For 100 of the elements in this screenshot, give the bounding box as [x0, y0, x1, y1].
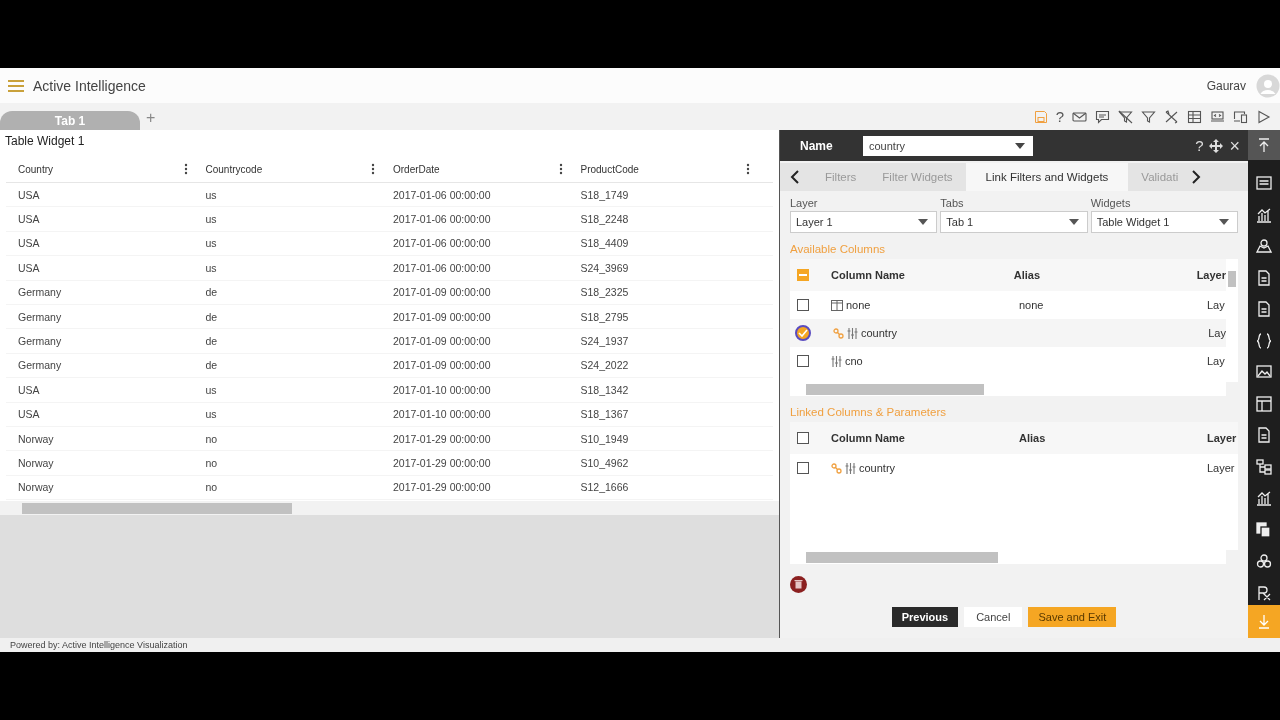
column-header[interactable]: Country: [18, 163, 53, 175]
action-button[interactable]: Cancel: [964, 607, 1023, 627]
move-icon[interactable]: [1209, 138, 1224, 153]
copy-icon[interactable]: [1256, 521, 1272, 538]
tree-icon[interactable]: [1256, 458, 1272, 475]
table-cell: 2017-01-09 00:00:00: [393, 286, 491, 299]
column-header: Layer: [1207, 432, 1238, 444]
row-checkbox[interactable]: [797, 462, 809, 474]
chart-icon[interactable]: [1256, 206, 1272, 223]
table-cell: 2017-01-10 00:00:00: [393, 408, 491, 421]
delete-icon[interactable]: [790, 576, 807, 593]
help-icon[interactable]: ?: [1195, 137, 1204, 154]
map-icon[interactable]: [1256, 238, 1272, 254]
list-icon[interactable]: [1256, 175, 1272, 191]
column-menu-icon[interactable]: [746, 163, 750, 175]
image-icon[interactable]: [1256, 364, 1272, 380]
column-menu-icon[interactable]: [558, 163, 563, 175]
table-cell: Germany: [18, 359, 62, 372]
field-label: Tabs: [940, 197, 965, 209]
collapse-up-icon[interactable]: [1248, 130, 1280, 160]
sliders-icon: [831, 355, 842, 367]
user-name[interactable]: Gaurav: [1206, 78, 1246, 93]
name-dropdown[interactable]: country: [863, 135, 1033, 156]
select-all-checkbox[interactable]: [797, 269, 809, 281]
table-icon[interactable]: [1187, 109, 1202, 124]
document-icon[interactable]: [1256, 427, 1272, 443]
select-all-checkbox[interactable]: [797, 432, 809, 444]
caret-icon: [1068, 219, 1079, 225]
table-cell: 2017-01-09 00:00:00: [393, 335, 491, 348]
braces-icon[interactable]: [1256, 332, 1272, 349]
table-cell: de: [205, 286, 218, 299]
embed-icon[interactable]: [1210, 109, 1225, 124]
column-menu-icon[interactable]: [371, 163, 375, 175]
table-cell: Germany: [18, 310, 62, 323]
column-header[interactable]: Countrycode: [205, 163, 263, 175]
comment-icon[interactable]: [1095, 109, 1110, 124]
table-cell: USA: [18, 261, 40, 274]
document-icon[interactable]: [1256, 269, 1272, 286]
action-button[interactable]: Previous: [891, 607, 959, 627]
row-checkbox[interactable]: [797, 299, 809, 311]
chart-icon[interactable]: [1256, 490, 1272, 506]
table-cell: S12_1666: [580, 481, 629, 494]
table-cell: Norway: [18, 457, 54, 469]
rx-icon[interactable]: [1256, 584, 1272, 601]
row-checkbox[interactable]: [795, 325, 811, 341]
table-cell: us: [205, 213, 217, 226]
next-tab-icon[interactable]: [1191, 170, 1202, 184]
caret-icon: [1015, 142, 1025, 149]
table-cell: no: [205, 457, 218, 469]
column-layer: Lay: [1207, 299, 1225, 311]
sliders-icon: [845, 462, 856, 474]
play-icon[interactable]: [1256, 109, 1271, 124]
column-layer: Lay: [1207, 355, 1225, 367]
table-cell: S18_1342: [580, 383, 629, 396]
table-cell: S24_3969: [580, 261, 629, 274]
horizontal-scrollbar[interactable]: [0, 501, 779, 515]
horizontal-scrollbar[interactable]: [790, 550, 1226, 564]
table-cell: de: [205, 310, 218, 323]
table-cell: S18_2248: [580, 213, 629, 226]
close-icon[interactable]: ×: [1229, 138, 1240, 153]
document-icon[interactable]: [1256, 301, 1272, 317]
table-cell: 2017-01-09 00:00:00: [393, 310, 491, 323]
clear-filter-icon[interactable]: [1118, 109, 1133, 124]
table-cell: us: [205, 237, 217, 250]
table-cell: no: [205, 481, 218, 494]
column-name: country: [861, 327, 898, 339]
devices-icon[interactable]: [1233, 109, 1248, 124]
table-cell: USA: [18, 408, 40, 421]
column-header[interactable]: OrderDate: [393, 163, 440, 175]
table-cell: us: [205, 261, 217, 274]
cubes-icon[interactable]: [1256, 553, 1272, 569]
row-checkbox[interactable]: [797, 355, 809, 367]
horizontal-scrollbar[interactable]: [790, 382, 1226, 396]
layout-icon[interactable]: [1256, 395, 1272, 412]
select-field[interactable]: Table Widget 1: [1090, 211, 1238, 233]
panel-tab[interactable]: Link Filters and Widgets: [965, 163, 1129, 191]
app-title: Active Intelligence: [33, 77, 146, 94]
field-label: Widgets: [1090, 197, 1132, 209]
table-cell: 2017-01-29 00:00:00: [393, 432, 491, 445]
section-title: Available Columns: [790, 243, 887, 255]
filter-icon[interactable]: [1141, 109, 1156, 124]
previous-tab-icon[interactable]: [790, 170, 800, 184]
table-cell: USA: [18, 383, 40, 396]
column-menu-icon[interactable]: [183, 163, 188, 175]
action-button[interactable]: Save and Exit: [1028, 607, 1117, 627]
table-cell: de: [205, 359, 218, 372]
caret-icon: [1219, 219, 1229, 225]
column-header: Alias: [1019, 432, 1047, 444]
column-header[interactable]: ProductCode: [580, 163, 639, 175]
mail-icon[interactable]: [1072, 109, 1087, 124]
tools-icon[interactable]: [1164, 109, 1179, 124]
table-cell: 2017-01-06 00:00:00: [393, 261, 491, 274]
column-name: none: [846, 299, 871, 311]
help-icon[interactable]: ?: [1055, 109, 1064, 124]
table-cell: 2017-01-29 00:00:00: [393, 457, 491, 469]
select-field[interactable]: Layer 1: [790, 211, 938, 233]
column-header: Column Name: [831, 432, 906, 444]
table-cell: Norway: [18, 481, 54, 494]
select-field[interactable]: Tab 1: [940, 211, 1088, 233]
table-cell: S18_2325: [580, 286, 629, 299]
